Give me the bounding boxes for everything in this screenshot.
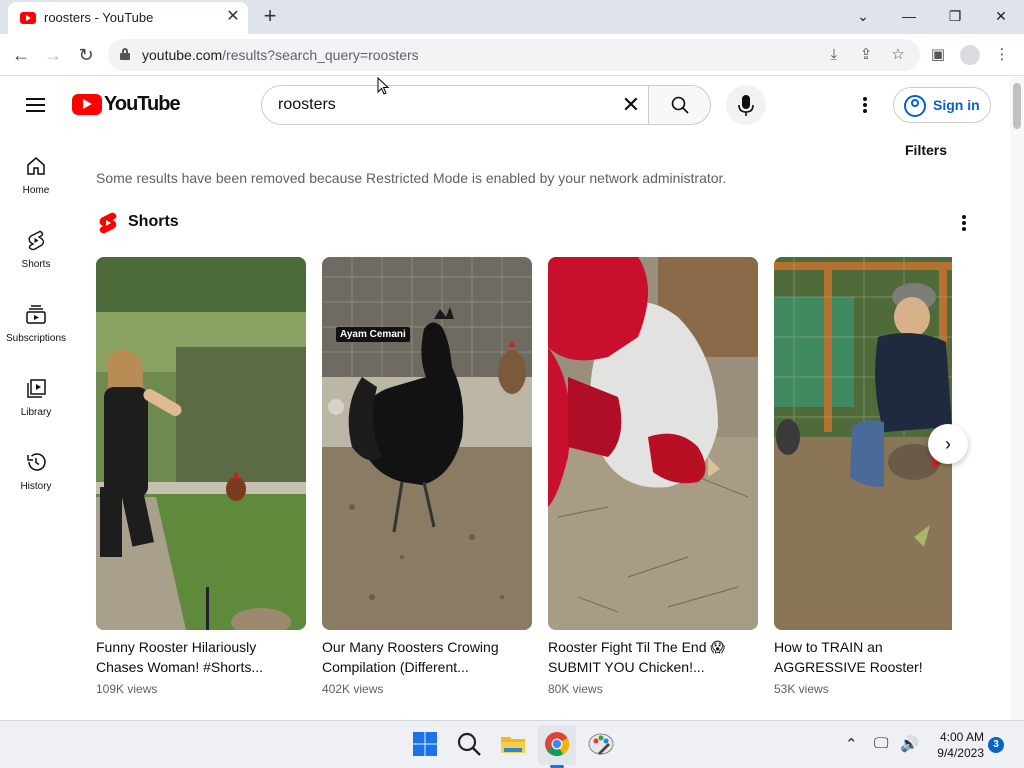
subscriptions-icon [26,305,46,324]
share-icon[interactable]: ⇪ [856,45,876,65]
youtube-wordmark[interactable]: YouTube [104,93,181,116]
guide-item-shorts[interactable]: Shorts [0,229,72,299]
windows-taskbar: ⌃ 🖵 🔊 4:00 AM 9/4/2023 3 [0,720,1024,768]
shelf-next-arrow-icon[interactable]: › [928,424,968,464]
file-explorer-icon[interactable] [500,731,526,757]
profile-avatar-icon[interactable] [960,45,980,65]
show-hidden-icons-chevron-icon[interactable]: ⌃ [845,735,858,753]
reload-button[interactable]: ↻ [73,42,99,68]
install-app-icon[interactable]: ⤓ [824,45,844,65]
side-panel-icon[interactable]: ▣ [928,45,948,65]
short-view-count: 402K views [322,682,384,696]
shorts-shelf-title: Shorts [128,213,179,230]
forward-button[interactable]: → [40,42,66,68]
scrollbar-thumb[interactable] [1013,83,1021,129]
home-icon [27,157,45,175]
short-thumbnail-image [96,257,306,630]
short-thumbnail[interactable] [774,257,952,630]
clear-search-icon[interactable]: ✕ [618,92,644,118]
shorts-logo-icon [99,212,117,234]
bookmark-star-icon[interactable]: ☆ [888,45,908,65]
browser-toolbar: ← → ↻ youtube.com/results?search_query=r… [0,34,1024,76]
browser-tab-strip: roosters - YouTube ✕ + ⌄ — ❐ ✕ [0,0,1024,34]
short-thumbnail-image [548,257,758,630]
sign-in-button[interactable]: Sign in [893,87,991,123]
short-thumbnail-image [774,257,952,630]
short-title[interactable]: Rooster Fight Til The End 😱 SUBMIT YOU C… [548,637,758,677]
short-thumbnail[interactable] [548,257,758,630]
network-icon[interactable]: 🖵 [874,735,888,752]
library-icon [27,379,46,398]
address-bar[interactable]: youtube.com/results?search_query=rooster… [108,39,920,71]
youtube-favicon-icon [20,12,36,24]
search-query-text[interactable]: roosters [278,96,336,114]
close-window-button[interactable]: ✕ [986,4,1016,28]
restore-button[interactable]: ❐ [940,4,970,28]
notification-badge[interactable]: 3 [988,737,1004,753]
guide-label-history: History [20,481,52,492]
guide-item-subscriptions[interactable]: Subscriptions [0,303,72,373]
youtube-logo-icon[interactable] [72,94,102,115]
youtube-masthead: YouTube roosters ✕ Sign in [0,77,1010,133]
tab-search-icon[interactable]: ⌄ [848,4,878,28]
lock-icon[interactable] [120,48,130,60]
short-view-count: 109K views [96,682,158,696]
short-thumbnail[interactable] [96,257,306,630]
mouse-cursor-icon [377,77,389,95]
guide-label-shorts: Shorts [21,259,51,270]
guide-label-home: Home [22,185,50,196]
history-icon [27,453,46,471]
chrome-icon[interactable] [544,731,570,757]
tab-close-icon[interactable]: ✕ [224,8,242,26]
guide-menu-icon[interactable] [26,97,46,113]
url-text: youtube.com/results?search_query=rooster… [142,47,419,63]
clock-date: 9/4/2023 [937,746,984,760]
volume-icon[interactable]: 🔊 [900,735,919,753]
guide-item-history[interactable]: History [0,451,72,521]
search-icon[interactable] [456,731,482,757]
short-view-count: 80K views [548,682,603,696]
windows-start-icon[interactable] [412,731,438,757]
page-scrollbar[interactable] [1010,77,1024,720]
new-tab-button[interactable]: + [258,5,282,29]
voice-search-button[interactable] [726,85,766,125]
minimize-button[interactable]: — [894,4,924,28]
short-title[interactable]: Our Many Roosters Crowing Compilation (D… [322,637,532,677]
guide-item-library[interactable]: Library [0,377,72,447]
taskbar-clock[interactable]: 4:00 AM 9/4/2023 [928,729,984,761]
shelf-more-actions-icon[interactable] [955,213,973,233]
clock-time: 4:00 AM [939,730,984,744]
search-icon [671,96,689,114]
search-button[interactable] [648,85,711,125]
short-title[interactable]: How to TRAIN an AGGRESSIVE Rooster! [774,637,984,677]
shorts-icon [28,230,45,251]
filters-button[interactable]: Filters [905,142,947,158]
search-input[interactable]: roosters ✕ [261,85,649,125]
short-title[interactable]: Funny Rooster Hilariously Chases Woman! … [96,637,306,677]
guide-label-subscriptions: Subscriptions [5,333,67,344]
sign-in-label: Sign in [933,97,980,113]
account-circle-icon [904,95,926,117]
guide-label-library: Library [20,407,52,418]
short-thumbnail-image [322,257,532,630]
browser-menu-icon[interactable]: ⋮ [992,45,1012,65]
tab-title: roosters - YouTube [44,10,154,25]
restricted-mode-notice: Some results have been removed because R… [96,170,727,186]
guide-item-home[interactable]: Home [0,155,72,225]
short-view-count: 53K views [774,682,829,696]
thumbnail-overlay-label: Ayam Cemani [336,327,410,342]
settings-menu-icon[interactable] [856,95,874,115]
short-thumbnail[interactable]: Ayam Cemani [322,257,532,630]
back-button[interactable]: ← [8,42,34,68]
paint-app-icon[interactable] [588,731,614,757]
microphone-icon [738,95,754,116]
browser-tab[interactable]: roosters - YouTube ✕ [8,2,248,34]
